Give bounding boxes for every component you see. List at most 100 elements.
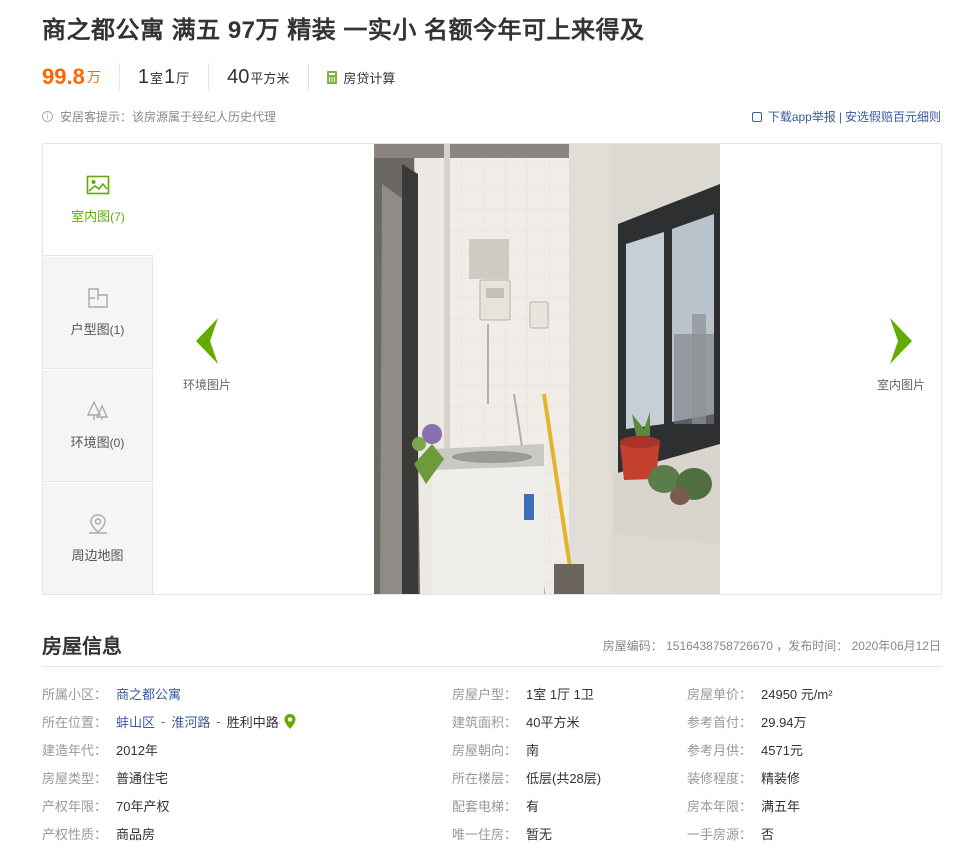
download-icon — [751, 111, 762, 122]
info-value: 40平方米 — [526, 714, 580, 730]
info-cell-area: 建筑面积： 40平方米 — [452, 711, 579, 731]
download-report-link[interactable]: 下载app举报 — [768, 108, 836, 125]
info-value: 24950 元/m² — [761, 686, 833, 702]
info-cell-tenure: 产权年限： 70年产权 — [42, 795, 169, 815]
hall-unit: 厅 — [176, 70, 190, 86]
area-link[interactable]: 淮河路 — [171, 712, 210, 731]
divider — [208, 63, 210, 91]
info-value: 有 — [526, 798, 540, 814]
info-cell-first-hand: 一手房源： 否 — [687, 823, 774, 843]
info-label: 房屋户型： — [452, 686, 518, 702]
info-value: 普通住宅 — [116, 770, 169, 786]
info-cell-downpayment: 参考首付： 29.94万 — [687, 711, 807, 731]
info-cell-unit-price: 房屋单价： 24950 元/m² — [687, 683, 833, 703]
calculator-icon — [327, 70, 338, 84]
location-pin-icon — [88, 514, 107, 534]
listing-summary: 99.8 万 1 室 1 厅 40 平方米 房贷计算 — [42, 60, 395, 94]
tab-environment[interactable]: 环境图(0) — [43, 370, 153, 482]
tab-interior-count: (7) — [110, 210, 125, 224]
info-label: 所在楼层： — [452, 770, 518, 786]
next-photo-button[interactable]: 室内图片 — [869, 316, 933, 393]
map-pin-icon[interactable] — [284, 713, 296, 729]
info-label: 一手房源： — [687, 826, 753, 842]
info-label: 产权性质： — [42, 826, 108, 842]
info-label: 配套电梯： — [452, 798, 518, 814]
road-text: 胜利中路 — [226, 714, 279, 730]
info-value: 29.94万 — [761, 714, 807, 730]
info-value: 低层(共28层) — [526, 770, 602, 786]
info-label: 所在位置： — [42, 714, 108, 730]
info-label: 参考月供： — [687, 742, 753, 758]
info-cell-community: 所属小区： 商之都公寓 — [42, 683, 181, 703]
photo-gallery: 室内图(7) 户型图(1) 环境图(0) 周边地图 环境图片 室内图片 — [42, 143, 942, 595]
tab-interior-label: 室内图 — [71, 209, 111, 224]
chevron-left-icon — [196, 318, 218, 364]
code-label: 房屋编码： — [602, 639, 663, 653]
info-row: 产权性质： 商品房 唯一住房： 暂无 一手房源： 否 — [42, 823, 942, 851]
tab-floorplan[interactable]: 户型图(1) — [43, 257, 153, 369]
prev-photo-label: 环境图片 — [182, 378, 231, 392]
tip-bar: i 安居客提示：该房源属于经纪人历史代理 下载app举报 | 安选假赔百元细则 — [42, 108, 941, 125]
info-cell-location: 所在位置： 蚌山区 - 淮河路 - 胜利中路 — [42, 711, 296, 731]
hall-count: 1 — [163, 65, 176, 88]
info-cell-cert-years: 房本年限： 满五年 — [687, 795, 800, 815]
community-link[interactable]: 商之都公寓 — [116, 684, 181, 703]
info-label: 房屋朝向： — [452, 742, 518, 758]
balcony-photo-illustration — [374, 144, 720, 594]
listing-title: 商之都公寓 满五 97万 精装 一实小 名额今年可上来得及 — [42, 17, 645, 44]
price-value: 99.8 — [42, 64, 85, 89]
tab-floorplan-count: (1) — [109, 323, 125, 337]
info-label: 所属小区： — [42, 686, 108, 702]
room-count: 1 — [137, 65, 149, 88]
info-row: 房屋类型： 普通住宅 所在楼层： 低层(共28层) 装修程度： 精装修 — [42, 767, 942, 795]
tab-floorplan-label: 户型图 — [70, 322, 110, 337]
guarantee-rules-link[interactable]: 安选假赔百元细则 — [845, 108, 941, 125]
loan-calculator-label: 房贷计算 — [343, 70, 396, 86]
info-value: 1室 1厅 1卫 — [526, 686, 594, 702]
district-link[interactable]: 蚌山区 — [116, 712, 155, 731]
info-cell-built-year: 建造年代： 2012年 — [42, 739, 158, 759]
section-divider — [42, 666, 942, 667]
next-photo-label: 室内图片 — [876, 378, 925, 392]
info-label: 房屋类型： — [42, 770, 108, 786]
info-cell-house-type: 房屋类型： 普通住宅 — [42, 767, 168, 787]
info-value: 2012年 — [116, 742, 158, 758]
info-value: 满五年 — [761, 798, 801, 814]
image-icon — [86, 175, 110, 195]
info-cell-monthly: 参考月供： 4571元 — [687, 739, 803, 759]
house-info-grid: 所属小区： 商之都公寓 房屋户型： 1室 1厅 1卫 房屋单价： 24950 元… — [42, 683, 942, 851]
info-label: 参考首付： — [687, 714, 753, 730]
info-label: 产权年限： — [42, 798, 108, 814]
info-value: 商品房 — [116, 826, 156, 842]
info-cell-only-home: 唯一住房： 暂无 — [452, 823, 552, 843]
info-cell-elevator: 配套电梯： 有 — [452, 795, 539, 815]
tab-interior[interactable]: 室内图(7) — [43, 144, 153, 256]
area-unit: 平方米 — [250, 70, 290, 86]
divider — [308, 63, 310, 91]
tab-nearby-map[interactable]: 周边地图 — [43, 483, 153, 595]
info-label: 房本年限： — [687, 798, 753, 814]
link-divider: | — [838, 109, 842, 124]
tab-nearby-map-label: 周边地图 — [71, 548, 124, 563]
prev-photo-button[interactable]: 环境图片 — [175, 316, 239, 393]
area-value: 40 — [227, 65, 250, 88]
info-cell-orientation: 房屋朝向： 南 — [452, 739, 539, 759]
publish-date: 2020年06月12日 — [851, 639, 941, 653]
info-label: 装修程度： — [687, 770, 753, 786]
loan-calculator-link[interactable]: 房贷计算 — [327, 68, 395, 87]
interior-photo[interactable] — [374, 144, 720, 594]
house-code: 1516438758726670 — [666, 639, 773, 653]
publish-label: ，发布时间： — [776, 639, 849, 653]
tab-environment-count: (0) — [109, 436, 125, 450]
info-label: 唯一住房： — [452, 826, 518, 842]
room-unit: 室 — [149, 70, 163, 86]
info-row: 所在位置： 蚌山区 - 淮河路 - 胜利中路 建筑面积： 40平方米 参考首付：… — [42, 711, 942, 739]
info-row: 产权年限： 70年产权 配套电梯： 有 房本年限： 满五年 — [42, 795, 942, 823]
gallery-tabs: 室内图(7) 户型图(1) 环境图(0) 周边地图 — [43, 144, 153, 595]
info-value: 70年产权 — [116, 798, 170, 814]
info-row: 建造年代： 2012年 房屋朝向： 南 参考月供： 4571元 — [42, 739, 942, 767]
divider — [118, 63, 120, 91]
floorplan-icon — [87, 288, 108, 308]
location-separator: - — [216, 713, 221, 729]
price-unit: 万 — [86, 69, 101, 85]
